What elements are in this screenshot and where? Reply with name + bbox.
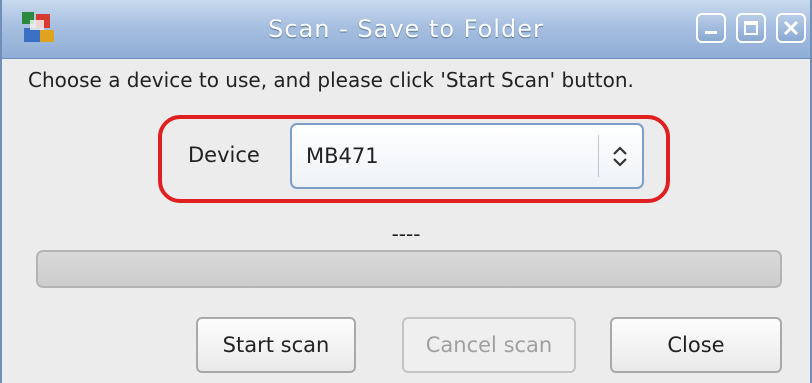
maximize-icon: [744, 21, 758, 35]
close-window-button[interactable]: [776, 13, 806, 43]
device-select-value: MB471: [306, 144, 379, 168]
minimize-button[interactable]: [696, 13, 726, 43]
window-title: Scan - Save to Folder: [268, 15, 544, 43]
close-icon: [783, 20, 799, 36]
combo-separator: [598, 135, 599, 177]
start-scan-button[interactable]: Start scan: [196, 317, 356, 373]
progress-bar: [36, 250, 782, 288]
close-button[interactable]: Close: [610, 317, 782, 373]
status-text: ----: [391, 222, 421, 246]
device-label: Device: [188, 143, 260, 167]
maximize-button[interactable]: [736, 13, 766, 43]
device-select[interactable]: MB471: [290, 123, 644, 189]
title-bar[interactable]: Scan - Save to Folder: [2, 0, 810, 59]
cancel-scan-button: Cancel scan: [402, 317, 576, 373]
scan-dialog: Scan - Save to Folder Choose a device to…: [0, 0, 812, 383]
up-down-arrow-icon: [613, 146, 627, 167]
minimize-icon: [705, 31, 717, 34]
instruction-text: Choose a device to use, and please click…: [28, 68, 634, 92]
